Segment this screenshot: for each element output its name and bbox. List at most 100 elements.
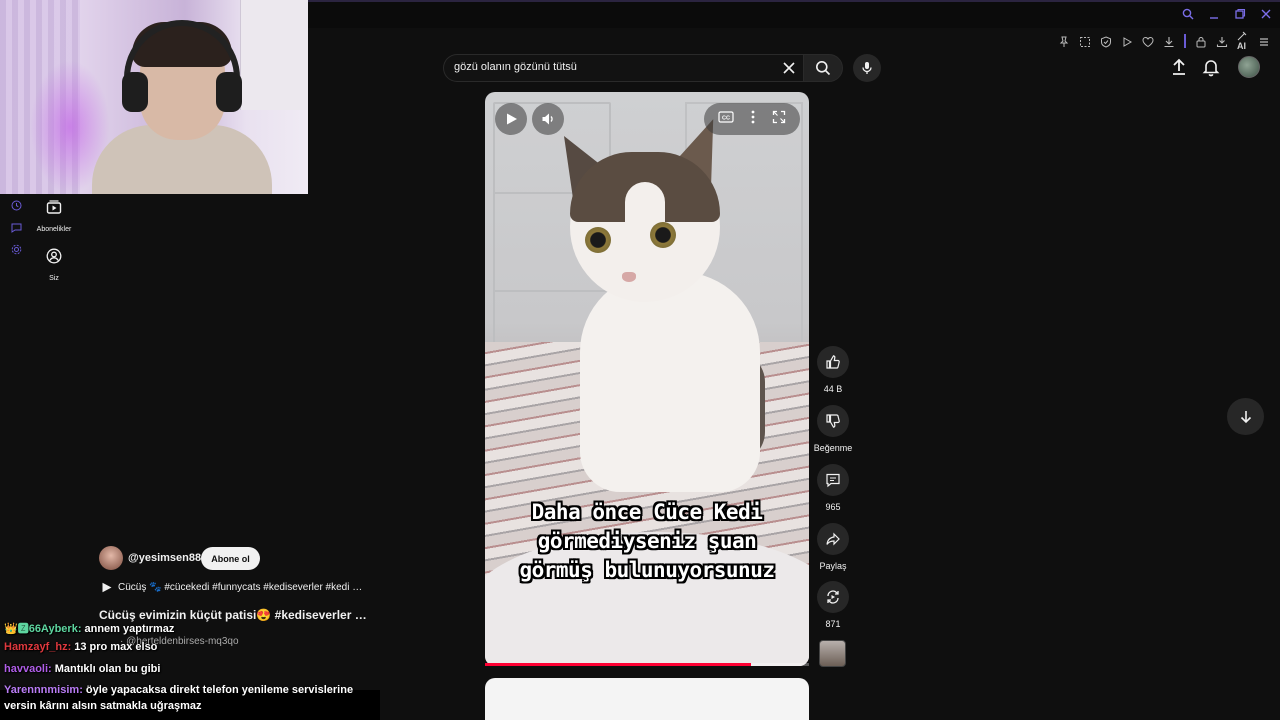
sound-thumbnail[interactable] — [819, 640, 846, 667]
sound-text: Cücüş 🐾 #cücekedi #funnycats #kediseverl… — [118, 582, 363, 593]
webcam-poster — [240, 0, 308, 110]
comment-count: 965 — [825, 502, 841, 512]
captions-icon[interactable]: CC — [718, 110, 734, 128]
chat-text: Mantıklı olan bu gibi — [54, 663, 161, 675]
tab-accent-line — [300, 0, 1280, 2]
chat-username: Hamzayf_hz: — [4, 641, 72, 653]
cat-eye-right — [650, 222, 676, 248]
close-window-icon[interactable] — [1260, 7, 1272, 19]
sound-link[interactable]: Cücüş 🐾 #cücekedi #funnycats #kediseverl… — [101, 582, 362, 593]
pin-icon[interactable] — [1058, 35, 1070, 48]
cat-eye-left — [585, 227, 611, 253]
search-icon — [816, 61, 831, 76]
remix-icon — [827, 590, 839, 604]
cat-nose — [622, 272, 636, 282]
thumbs-down-icon — [826, 414, 840, 428]
next-video-card[interactable] — [485, 678, 809, 720]
history-icon[interactable] — [11, 198, 22, 211]
sidebar-item-you[interactable]: Siz — [30, 248, 78, 285]
chat-message: Hamzayf_hz: 13 pro max elso — [4, 641, 157, 653]
volume-button[interactable] — [532, 103, 564, 135]
subscribe-button[interactable]: Abone ol — [201, 547, 260, 570]
clear-search-icon[interactable] — [780, 59, 798, 77]
minimize-icon[interactable] — [1208, 7, 1220, 19]
play-extension-icon[interactable] — [1121, 35, 1133, 48]
extension-icons: AI — [1058, 30, 1270, 53]
thumbs-up-icon — [826, 355, 840, 369]
dislike-action[interactable]: Beğenme — [812, 405, 854, 453]
sidebar-item-label: Siz — [49, 275, 59, 282]
like-button[interactable] — [817, 346, 849, 378]
chat-username: havvaoli: — [4, 663, 52, 675]
play-button[interactable] — [495, 103, 527, 135]
channel-handle[interactable]: @yesimsen88 — [128, 552, 201, 564]
webcam-overlay — [0, 0, 308, 194]
share-action[interactable]: Paylaş — [812, 523, 854, 571]
cat-body — [580, 272, 760, 492]
restore-icon[interactable] — [1234, 7, 1246, 19]
menu-icon[interactable] — [1258, 35, 1270, 47]
shield-icon[interactable] — [1100, 35, 1112, 48]
channel-avatar[interactable] — [99, 546, 123, 570]
chat-text: öyle yapacaksa direkt telefon yenileme s… — [85, 684, 354, 696]
remix-action[interactable]: 871 — [812, 581, 854, 629]
screenshot-icon[interactable] — [1079, 35, 1091, 48]
share-label: Paylaş — [819, 561, 847, 571]
sidebar-item-label: Abonelikler — [36, 226, 72, 233]
chat-message: versin kârını alsın satmakla uğraşmaz — [4, 700, 202, 712]
sidebar-item-subscriptions[interactable]: Abonelikler — [30, 199, 78, 236]
play-icon — [102, 582, 112, 593]
upload-button[interactable] — [1170, 57, 1188, 82]
headset-ear-left — [122, 72, 148, 112]
chat-message: 👑🆉66Ayberk: annem yaptırmaz — [4, 620, 174, 636]
chat-message: havvaoli: Mantıklı olan bu gibi — [4, 663, 160, 675]
search-input[interactable] — [454, 61, 774, 73]
remix-count: 871 — [825, 619, 841, 629]
svg-text:CC: CC — [722, 116, 730, 122]
more-options-icon[interactable] — [751, 110, 755, 129]
account-avatar[interactable] — [1238, 56, 1260, 78]
remix-button[interactable] — [817, 581, 849, 613]
like-count: 44 B — [823, 384, 843, 394]
notifications-button[interactable] — [1202, 57, 1220, 82]
chat-username: 👑🆉66Ayberk: — [4, 623, 82, 635]
share-icon — [826, 532, 840, 546]
headset-ear-right — [216, 72, 242, 112]
comments-action[interactable]: 965 — [812, 464, 854, 512]
download-icon[interactable] — [1163, 35, 1175, 48]
window-controls — [1182, 7, 1272, 20]
chat-text: 13 pro max elso — [74, 641, 158, 653]
video-progress-bar[interactable] — [485, 663, 809, 666]
voice-search-button[interactable] — [853, 54, 881, 82]
heart-icon[interactable] — [1142, 35, 1154, 48]
like-action[interactable]: 44 B — [812, 346, 854, 394]
upload-icon — [1173, 58, 1185, 75]
comments-button[interactable] — [817, 464, 849, 496]
progress-fill — [485, 663, 751, 666]
chat-message: Yarennnmisim: öyle yapacaksa direkt telef… — [4, 684, 353, 696]
ai-extension-button[interactable]: AI — [1237, 30, 1249, 53]
lock-icon[interactable] — [1195, 35, 1207, 48]
comment-icon — [826, 473, 840, 488]
chat-text: annem yaptırmaz — [84, 623, 175, 635]
screen: AI Abonelikler Siz gözü olanın gözünü tü… — [0, 0, 1280, 720]
next-short-button[interactable] — [1227, 398, 1264, 435]
chat-bubble-icon[interactable] — [11, 220, 22, 233]
caption-line: görmediyseniz şuan — [537, 529, 757, 553]
dislike-button[interactable] — [817, 405, 849, 437]
share-button[interactable] — [817, 523, 849, 555]
bell-icon — [1202, 60, 1220, 77]
chat-text: versin kârını alsın satmakla uğraşmaz — [4, 700, 202, 712]
gear-icon[interactable] — [11, 242, 22, 255]
chat-username: Yarennnmisim: — [4, 684, 83, 696]
download-manager-icon[interactable] — [1216, 35, 1228, 48]
search-field[interactable] — [443, 54, 807, 82]
ai-label: AI — [1237, 40, 1246, 51]
speaker-icon — [542, 113, 553, 125]
arrow-down-icon — [1240, 410, 1251, 423]
caption-line: Daha önce Cüce Kedi — [531, 500, 763, 524]
extension-separator — [1184, 34, 1186, 49]
search-button[interactable] — [803, 54, 843, 82]
fullscreen-icon[interactable] — [772, 110, 786, 129]
search-icon[interactable] — [1182, 7, 1194, 20]
